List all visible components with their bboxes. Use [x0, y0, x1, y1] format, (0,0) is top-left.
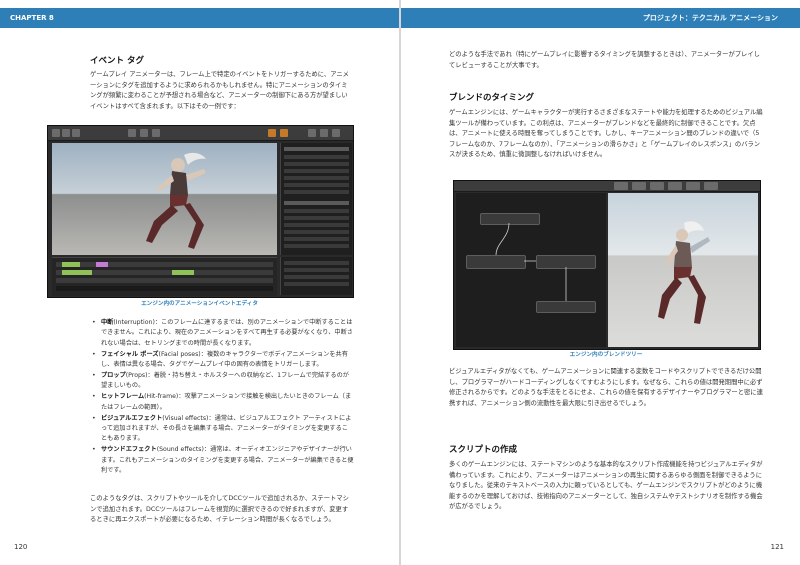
- header-band: プロジェクト：テクニカル アニメーション: [401, 8, 800, 28]
- section-heading-event-tags: イベント タグ: [90, 56, 144, 66]
- section-heading-blend-timing: ブレンドのタイミング: [449, 93, 535, 103]
- list-item: ヒットフレーム(Hit-frame)：攻撃アニメーションで接触を検出したいときの…: [90, 392, 354, 413]
- intro-paragraph: ゲームプレイ アニメーターは、フレーム上で特定のイベントをトリガーするために、ア…: [90, 71, 349, 110]
- details-panel: [280, 143, 352, 255]
- variables-paragraph: ビジュアルエディタがなくても、ゲームアニメーションに関連する変数をコードやスクリ…: [449, 368, 763, 407]
- event-tag-list: 中断(Interruption)：このフレームに達するまでは、別のアニメーション…: [90, 318, 354, 477]
- list-item: サウンドエフェクト(Sound effects)：通常は、オーディオエンジニアや…: [90, 445, 354, 476]
- preview-viewport: [608, 193, 758, 347]
- section-heading-scripting: スクリプトの作成: [449, 445, 518, 455]
- chapter-label: CHAPTER 8: [10, 14, 54, 22]
- closing-paragraph: このようなタグは、スクリプトやツールを介してDCCツールで追加されるか、ステート…: [90, 495, 349, 524]
- scripting-paragraph: 多くのゲームエンジンには、ステートマシンのような基本的なスクリプト作成機能を持つ…: [449, 461, 763, 511]
- right-page: プロジェクト：テクニカル アニメーション どのような手法であれ（特にゲームプレイ…: [401, 0, 800, 565]
- list-item: プロップ(Props)：着脱・持ち替え・ホルスターへの収納など、1フレームで完結…: [90, 371, 354, 392]
- asset-browser-panel: [280, 257, 352, 295]
- editor-toolbar: [48, 126, 353, 141]
- event-editor-screenshot: [47, 125, 354, 298]
- event-timeline[interactable]: [52, 257, 277, 296]
- chapter-band: CHAPTER 8: [0, 8, 399, 28]
- figure-caption: エンジン内のブレンドツリー: [569, 352, 643, 358]
- character-figure: [146, 152, 206, 249]
- running-header: プロジェクト：テクニカル アニメーション: [642, 14, 778, 22]
- blend-tree-screenshot: [453, 180, 761, 350]
- viewport: [52, 143, 277, 255]
- blend-graph-canvas[interactable]: [456, 193, 606, 347]
- list-item: ビジュアルエフェクト(Visual effects)：通常は、ビジュアルエフェク…: [90, 414, 354, 445]
- figure-caption: エンジン内のアニメーションイベントエディタ: [141, 301, 258, 307]
- editor-toolbar: [454, 181, 760, 192]
- list-item: フェイシャル ポーズ(Facial poses)：複数のキャラクターでボディアニ…: [90, 350, 354, 371]
- blend-timing-paragraph: ゲームエンジンには、ゲームキャラクターが実行するさまざまなステートや能力を処理す…: [449, 109, 763, 159]
- intro-paragraph: どのような手法であれ（特にゲームプレイに影響するタイミングを調整するときは）、ア…: [449, 51, 760, 69]
- list-item: 中断(Interruption)：このフレームに達するまでは、別のアニメーション…: [90, 318, 354, 349]
- graph-wires: [495, 222, 567, 301]
- left-page: CHAPTER 8 イベント タグ ゲームプレイ アニメーターは、フレーム上で特…: [0, 0, 399, 565]
- page-number: 121: [770, 543, 784, 551]
- book-spread: CHAPTER 8 イベント タグ ゲームプレイ アニメーターは、フレーム上で特…: [0, 0, 800, 565]
- character-figure: [658, 221, 710, 324]
- page-number: 120: [14, 543, 28, 551]
